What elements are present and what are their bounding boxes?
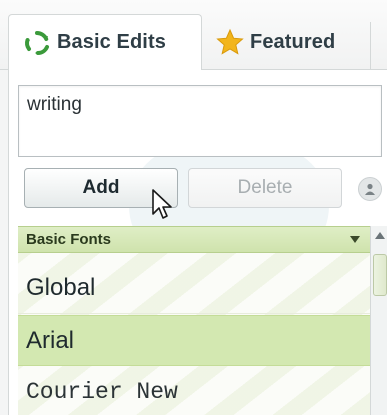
tab-featured-label: Featured <box>250 30 336 53</box>
editor-window: Basic Edits Featured Add Delete Basic Fo… <box>0 0 387 415</box>
star-icon <box>216 28 244 55</box>
font-item-arial[interactable]: Arial <box>18 315 370 366</box>
add-button[interactable]: Add <box>24 168 178 208</box>
font-list: Global Arial Courier New <box>18 253 370 415</box>
delete-button[interactable]: Delete <box>188 168 342 208</box>
font-category-dropdown[interactable]: Basic Fonts <box>18 226 370 253</box>
font-category-label: Basic Fonts <box>26 231 112 248</box>
font-item-label: Arial <box>26 326 75 354</box>
scroll-up-icon[interactable] <box>375 232 385 239</box>
scroll-thumb[interactable] <box>373 254 387 296</box>
recycle-arrows-icon <box>25 30 49 55</box>
scrollbar[interactable] <box>370 226 387 415</box>
delete-button-label: Delete <box>237 177 293 198</box>
font-item-global[interactable]: Global <box>18 263 370 314</box>
tab-edge <box>370 22 387 70</box>
tab-featured[interactable]: Featured <box>210 14 380 70</box>
tab-basic-edits[interactable]: Basic Edits <box>8 14 202 71</box>
add-button-label: Add <box>82 177 120 198</box>
chevron-down-icon <box>350 236 360 243</box>
font-item-courier-new[interactable]: Courier New <box>18 367 370 415</box>
font-item-label: Global <box>26 274 96 301</box>
font-item-label: Courier New <box>26 379 178 405</box>
person-icon <box>365 183 375 195</box>
text-input[interactable] <box>18 85 382 157</box>
user-options-button[interactable] <box>358 177 382 201</box>
tab-bar: Basic Edits Featured <box>0 0 387 71</box>
tab-basic-edits-label: Basic Edits <box>57 31 166 53</box>
